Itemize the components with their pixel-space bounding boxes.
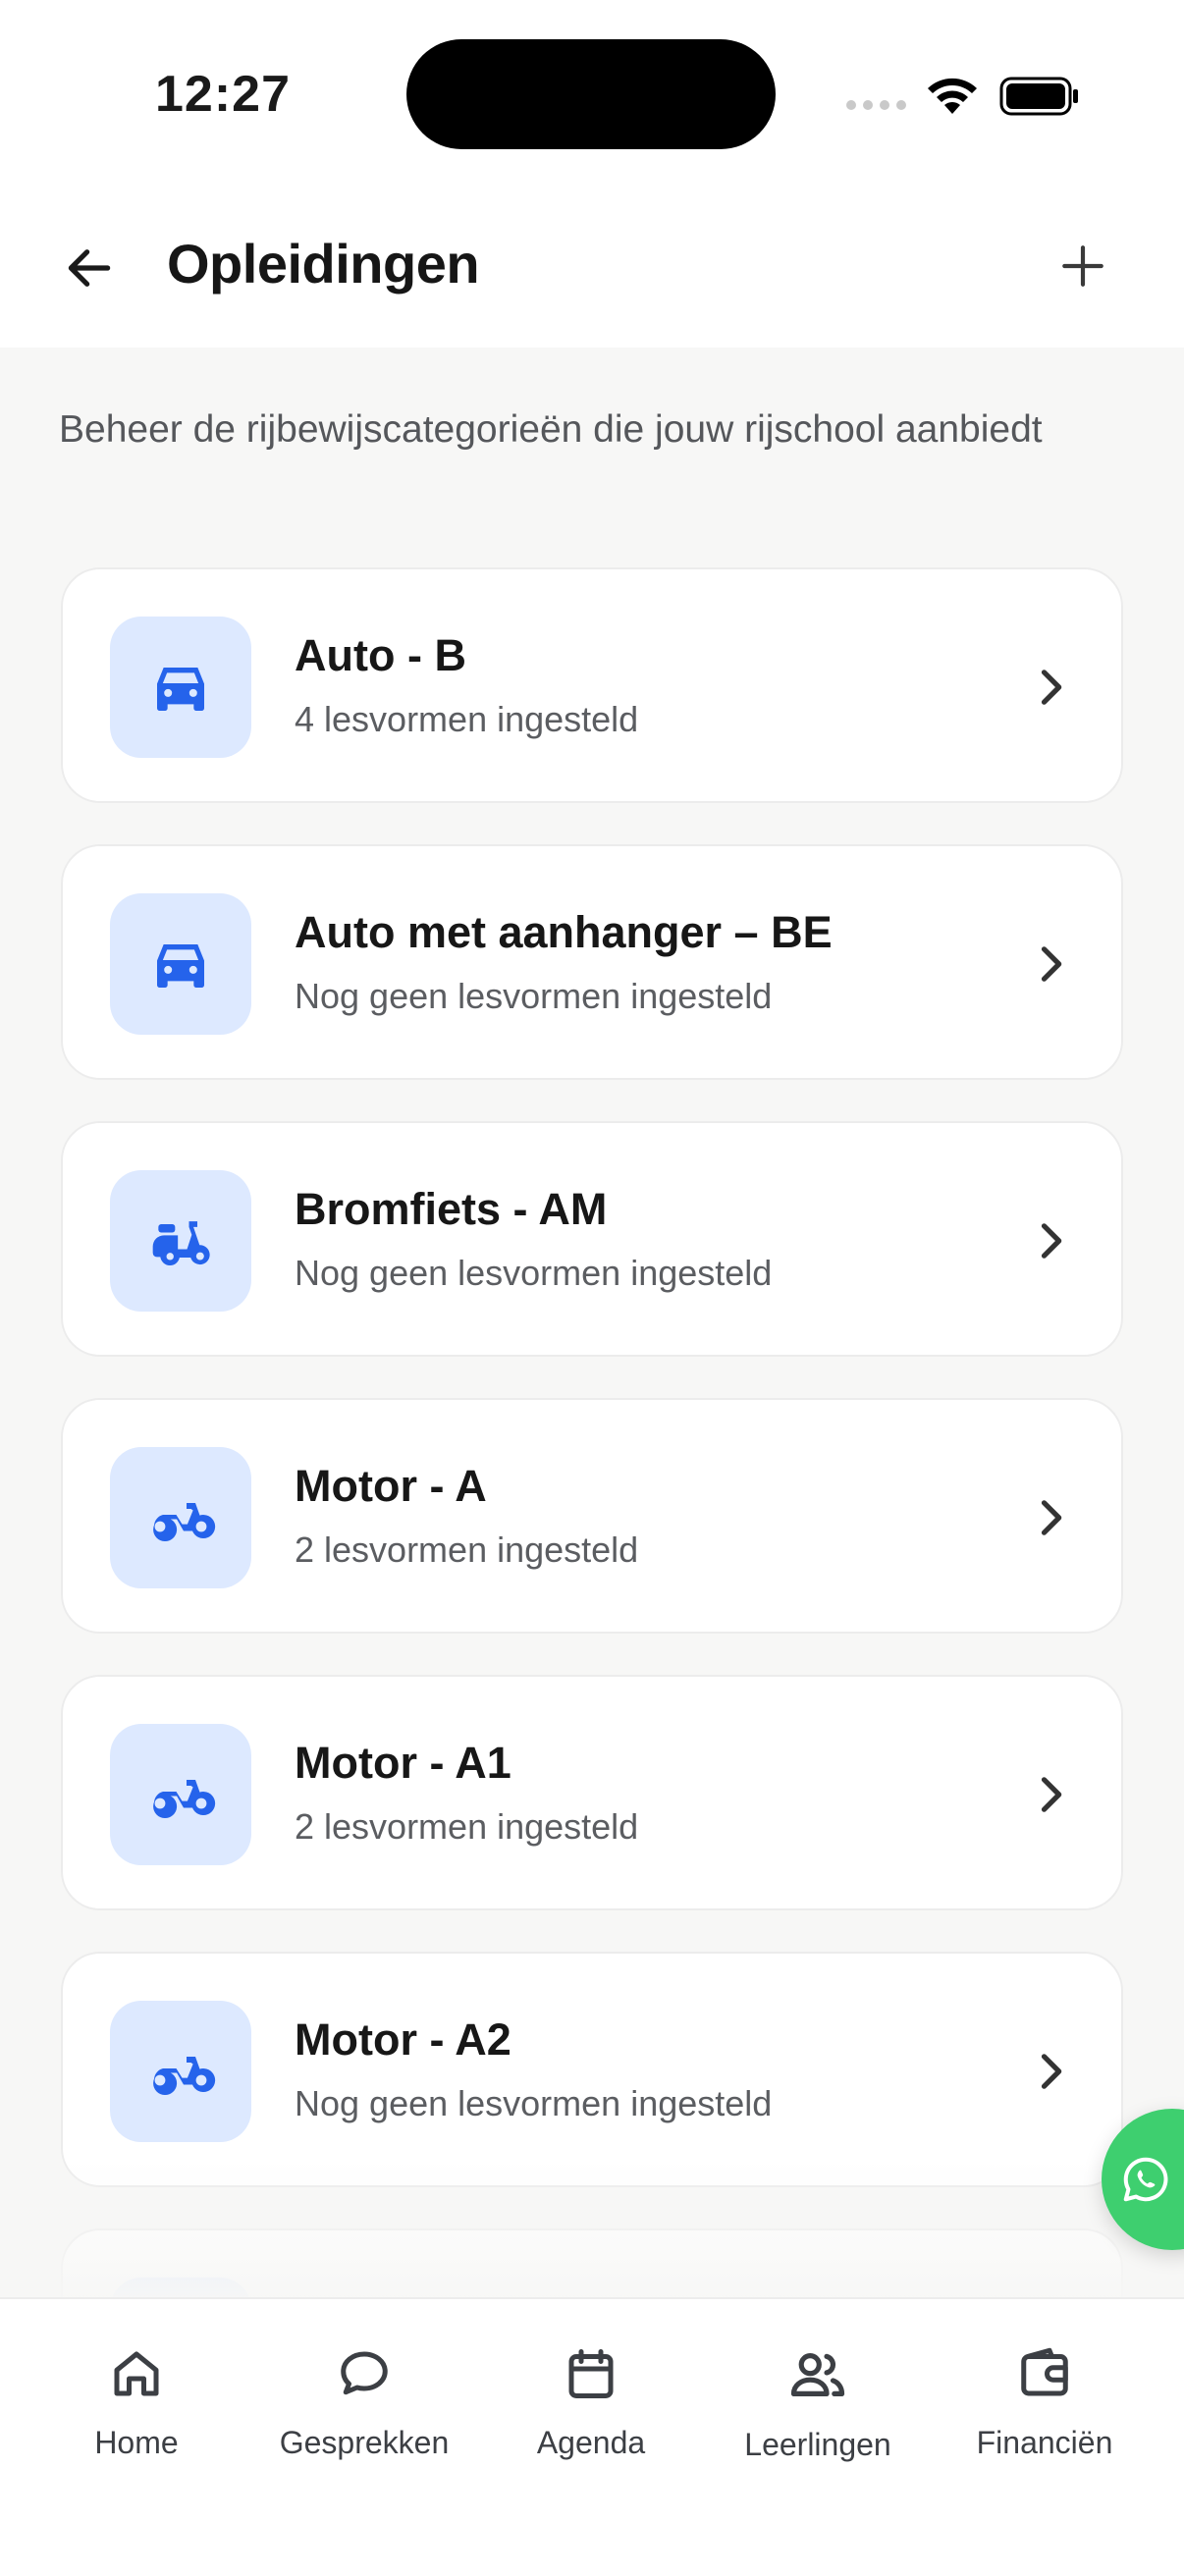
bottom-tab-bar: Home Gesprekken Agenda Leerlingen Financ… (0, 2297, 1184, 2576)
category-card-motor-a1[interactable]: Motor - A1 2 lesvormen ingesteld (61, 1675, 1123, 1910)
category-list: Auto - B 4 lesvormen ingesteld Auto met … (61, 567, 1123, 2417)
category-subtitle: 2 lesvormen ingesteld (295, 1806, 639, 1847)
battery-icon (999, 77, 1078, 116)
category-subtitle: Nog geen lesvormen ingesteld (295, 976, 773, 1016)
category-title: Auto - B (295, 630, 466, 680)
cellular-signal-icon (846, 100, 906, 110)
chevron-right-icon (1041, 1500, 1062, 1535)
status-time: 12:27 (155, 66, 291, 123)
category-title: Motor - A (295, 1461, 487, 1511)
category-title: Auto met aanhanger – BE (295, 907, 833, 957)
tab-label: Financiën (976, 2425, 1113, 2460)
scroll-fade (0, 2160, 1184, 2297)
category-icon-box (110, 1170, 251, 1312)
car-icon (157, 944, 204, 988)
tab-leerlingen[interactable]: Leerlingen (705, 2344, 931, 2463)
category-icon-box (110, 617, 251, 758)
category-card-auto-b[interactable]: Auto - B 4 lesvormen ingesteld (61, 567, 1123, 803)
page-title: Opleidingen (167, 233, 480, 295)
car-icon (157, 668, 204, 711)
dynamic-island (406, 39, 776, 149)
category-title: Motor - A1 (295, 1738, 511, 1788)
calendar-icon (568, 2349, 614, 2398)
category-icon-box (110, 2001, 251, 2142)
category-card-motor-a[interactable]: Motor - A 2 lesvormen ingesteld (61, 1398, 1123, 1634)
intro-text: Beheer de rijbewijscategorieën die jouw … (59, 408, 1043, 451)
category-icon-box (110, 1447, 251, 1588)
category-subtitle: Nog geen lesvormen ingesteld (295, 2083, 773, 2123)
category-subtitle: Nog geen lesvormen ingesteld (295, 1253, 773, 1293)
tab-financien[interactable]: Financiën (932, 2344, 1157, 2461)
chevron-right-icon (1041, 1777, 1062, 1812)
chevron-right-icon (1041, 1223, 1062, 1259)
status-bar: 12:27 (0, 0, 1184, 196)
category-icon-box (110, 893, 251, 1035)
category-icon-box (110, 1724, 251, 1865)
arrow-left-icon (68, 249, 111, 287)
back-button[interactable] (55, 234, 124, 302)
tab-agenda[interactable]: Agenda (478, 2344, 704, 2461)
tab-home[interactable]: Home (24, 2344, 249, 2461)
app-header: Opleidingen (0, 196, 1184, 348)
tab-gesprekken[interactable]: Gesprekken (251, 2344, 477, 2461)
whatsapp-icon (1123, 2157, 1168, 2202)
motorcycle-icon (153, 1780, 216, 1819)
category-card-bromfiets-am[interactable]: Bromfiets - AM Nog geen lesvormen ingest… (61, 1121, 1123, 1357)
chevron-right-icon (1041, 2054, 1062, 2089)
users-icon (790, 2353, 845, 2396)
category-subtitle: 2 lesvormen ingesteld (295, 1530, 639, 1570)
wifi-icon (928, 78, 977, 114)
chat-bubble-icon (341, 2351, 388, 2395)
tab-label: Gesprekken (279, 2425, 450, 2460)
motorcycle-icon (153, 1503, 216, 1542)
chevron-right-icon (1041, 946, 1062, 982)
category-card-auto-be[interactable]: Auto met aanhanger – BE Nog geen lesvorm… (61, 844, 1123, 1080)
category-card-motor-a2[interactable]: Motor - A2 Nog geen lesvormen ingesteld (61, 1952, 1123, 2187)
category-subtitle: 4 lesvormen ingesteld (295, 699, 639, 739)
chevron-right-icon (1041, 670, 1062, 705)
add-category-button[interactable] (1049, 232, 1117, 300)
tab-label: Agenda (536, 2425, 646, 2460)
home-icon (114, 2351, 159, 2396)
category-title: Motor - A2 (295, 2014, 511, 2065)
tab-label: Home (94, 2425, 179, 2460)
wallet-icon (1021, 2347, 1068, 2396)
category-title: Bromfiets - AM (295, 1184, 608, 1234)
motorcycle-icon (153, 2057, 216, 2096)
scooter-icon (152, 1221, 210, 1265)
tab-label: Leerlingen (744, 2427, 891, 2462)
plus-icon (1062, 245, 1103, 287)
